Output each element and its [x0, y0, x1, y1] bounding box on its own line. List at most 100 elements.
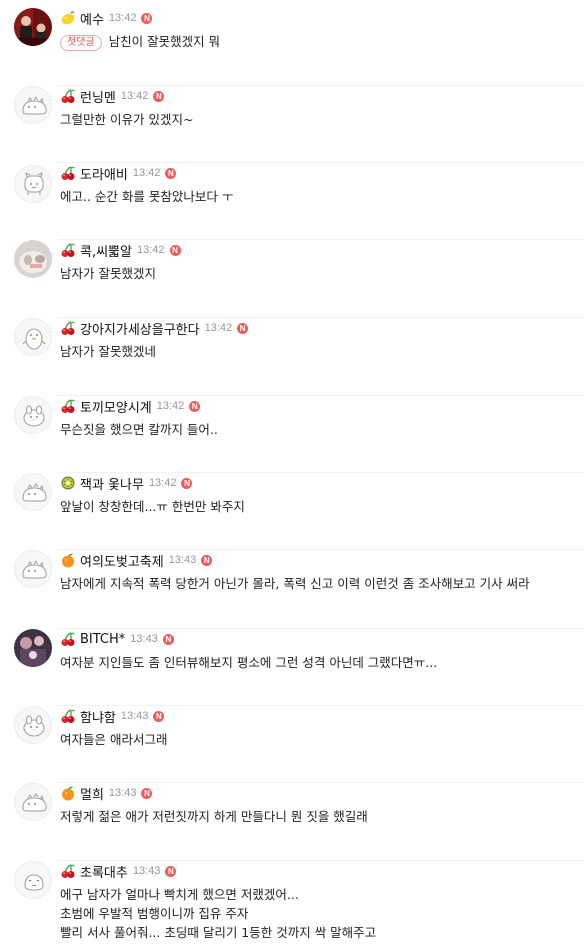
avatar[interactable] — [14, 706, 52, 744]
comment-header: 강아지가세상을구한다 13:42 N — [60, 318, 249, 338]
new-badge: N — [141, 787, 153, 799]
comment-list: 예수 13:42 N 첫댓글 남친이 잘못했겠지 뭐런닝멘 13:42 N 그럴만한 이유가 … — [0, 0, 584, 947]
cherry-icon — [60, 320, 76, 336]
nickname[interactable]: 여의도벚고축제 — [80, 551, 164, 570]
comment-header: 초록대추 13:43 N — [60, 861, 177, 881]
comment-header: 멀희 13:43 N — [60, 783, 153, 803]
comment-item: 예수 13:42 N 첫댓글 남친이 잘못했겠지 뭐 — [0, 8, 584, 86]
new-badge: N — [181, 477, 193, 489]
comment-header: 토끼모양시계 13:42 N — [60, 396, 201, 416]
comment-line-text: 여자분 지인들도 좀 인터뷰해보지 평소에 그런 성격 아닌데 그랬다면ㅠ... — [60, 655, 438, 670]
avatar[interactable] — [14, 8, 52, 46]
avatar[interactable] — [14, 165, 52, 203]
new-badge: N — [237, 322, 249, 334]
comment-text: 에구 남자가 얼마나 빡치게 했으면 저랬겠어... 초범에 우발적 범행이니까 … — [60, 885, 584, 942]
nickname[interactable]: 콕,씨뿗알 — [80, 241, 132, 260]
timestamp: 13:43 — [132, 865, 161, 877]
timestamp: 13:43 — [120, 710, 149, 722]
comment-header: 예수 13:42 N — [60, 8, 153, 28]
cherry-icon — [60, 708, 76, 724]
avatar[interactable] — [14, 861, 52, 899]
comment-text: 앞날이 창창한데...ㅠ 한번만 봐주지 — [60, 497, 584, 516]
avatar[interactable] — [14, 240, 52, 278]
avatar[interactable] — [14, 783, 52, 821]
comment-item: 여의도벚고축제 13:43 N 남자에게 지속적 폭력 당한거 아닌가 몰라, 폭력 … — [0, 550, 584, 629]
nickname[interactable]: BITCH* — [80, 632, 125, 647]
comment-line: 저렇게 젊은 애가 저런짓까지 하게 만들다니 뭔 짓을 했길래 — [60, 807, 584, 826]
timestamp: 13:42 — [108, 12, 137, 24]
comment-text: 남자가 잘못했겠네 — [60, 342, 584, 361]
nickname[interactable]: 예수 — [80, 9, 104, 28]
comment-line: 남자가 잘못했겠지 — [60, 264, 584, 283]
timestamp: 13:42 — [120, 90, 149, 102]
new-badge: N — [169, 244, 181, 256]
comment-line: 에구 남자가 얼마나 빡치게 했으면 저랬겠어... — [60, 885, 584, 904]
comment-header: 도라애비 13:42 N — [60, 163, 177, 183]
comment-header: 잭과 옻나무 13:42 N — [60, 473, 193, 493]
comment-text: 그럴만한 이유가 있겠지~ — [60, 110, 584, 129]
cherry-icon — [60, 631, 76, 647]
avatar[interactable] — [14, 396, 52, 434]
comment-header: 함냐함 13:43 N — [60, 706, 165, 726]
lemon-icon — [60, 10, 76, 26]
cherry-icon — [60, 242, 76, 258]
comment-item: 멀희 13:43 N 저렇게 젊은 애가 저런짓까지 하게 만들다니 뭔 짓을 했길래 — [0, 783, 584, 861]
avatar[interactable] — [14, 473, 52, 511]
timestamp: 13:43 — [108, 787, 137, 799]
new-badge: N — [162, 633, 174, 645]
nickname[interactable]: 토끼모양시계 — [80, 397, 152, 416]
comment-line-text: 남자에게 지속적 폭력 당한거 아닌가 몰라, 폭력 신고 이력 이런것 좀 조… — [60, 576, 530, 591]
comment-line-text: 남자가 잘못했겠네 — [60, 344, 156, 359]
comment-line-text: 남친이 잘못했겠지 뭐 — [108, 34, 221, 49]
comment-text: 저렇게 젊은 애가 저런짓까지 하게 만들다니 뭔 짓을 했길래 — [60, 807, 584, 826]
comment-line-text: 에고.. 순간 화를 못참았나보다 ㅜ — [60, 189, 234, 204]
timestamp: 13:42 — [132, 167, 161, 179]
new-badge: N — [153, 90, 165, 102]
comment-line-text: 초범에 우발적 범행이니까 집유 주자 — [60, 906, 249, 921]
new-badge: N — [189, 400, 201, 412]
timestamp: 13:43 — [168, 554, 197, 566]
comment-header: BITCH* 13:43 N — [60, 629, 174, 649]
comment-item: 초록대추 13:43 N 에구 남자가 얼마나 빡치게 했으면 저랬겠어... 초범에 … — [0, 861, 584, 947]
avatar[interactable] — [14, 318, 52, 356]
nickname[interactable]: 멀희 — [80, 784, 104, 803]
avatar[interactable] — [14, 550, 52, 588]
comment-line: 첫댓글 남친이 잘못했겠지 뭐 — [60, 32, 584, 51]
nickname[interactable]: 함냐함 — [80, 707, 116, 726]
timestamp: 13:42 — [148, 477, 177, 489]
nickname[interactable]: 초록대추 — [80, 862, 128, 881]
timestamp: 13:43 — [130, 633, 158, 645]
comment-line-text: 에구 남자가 얼마나 빡치게 했으면 저랬겠어... — [60, 887, 299, 902]
orange-icon — [60, 785, 76, 801]
comment-item: 도라애비 13:42 N 에고.. 순간 화를 못참았나보다 ㅜ — [0, 163, 584, 240]
comment-line: 무슨짓을 했으면 칼까지 들어.. — [60, 420, 584, 439]
first-comment-badge: 첫댓글 — [60, 35, 102, 51]
cherry-icon — [60, 88, 76, 104]
avatar[interactable] — [14, 629, 52, 667]
nickname[interactable]: 도라애비 — [80, 164, 128, 183]
comment-line-text: 여자들은 애라서그래 — [60, 732, 168, 747]
comment-text: 여자들은 애라서그래 — [60, 730, 584, 749]
comment-line-text: 저렇게 젊은 애가 저런짓까지 하게 만들다니 뭔 짓을 했길래 — [60, 809, 368, 824]
comment-item: BITCH* 13:43 N 여자분 지인들도 좀 인터뷰해보지 평소에 그런 성격 … — [0, 629, 584, 706]
new-badge: N — [165, 167, 177, 179]
comment-line: 남자가 잘못했겠네 — [60, 342, 584, 361]
comment-line: 초범에 우발적 범행이니까 집유 주자 — [60, 904, 584, 923]
comment-text: 남자에게 지속적 폭력 당한거 아닌가 몰라, 폭력 신고 이력 이런것 좀 조… — [60, 574, 584, 593]
comment-item: 콕,씨뿗알 13:42 N 남자가 잘못했겠지 — [0, 240, 584, 318]
comment-text: 남자가 잘못했겠지 — [60, 264, 584, 283]
comment-line: 에고.. 순간 화를 못참았나보다 ㅜ — [60, 187, 584, 206]
comment-header: 런닝멘 13:42 N — [60, 86, 165, 106]
comment-line-text: 앞날이 창창한데...ㅠ 한번만 봐주지 — [60, 499, 245, 514]
comment-line-text: 무슨짓을 했으면 칼까지 들어.. — [60, 422, 218, 437]
comment-text: 첫댓글 남친이 잘못했겠지 뭐 — [60, 32, 584, 51]
new-badge: N — [201, 554, 213, 566]
new-badge: N — [153, 710, 165, 722]
kiwi-icon — [60, 475, 76, 491]
nickname[interactable]: 강아지가세상을구한다 — [80, 319, 200, 338]
comment-item: 런닝멘 13:42 N 그럴만한 이유가 있겠지~ — [0, 86, 584, 163]
nickname[interactable]: 잭과 옻나무 — [80, 474, 144, 493]
nickname[interactable]: 런닝멘 — [80, 87, 116, 106]
comment-line-text: 그럴만한 이유가 있겠지~ — [60, 112, 194, 127]
avatar[interactable] — [14, 86, 52, 124]
